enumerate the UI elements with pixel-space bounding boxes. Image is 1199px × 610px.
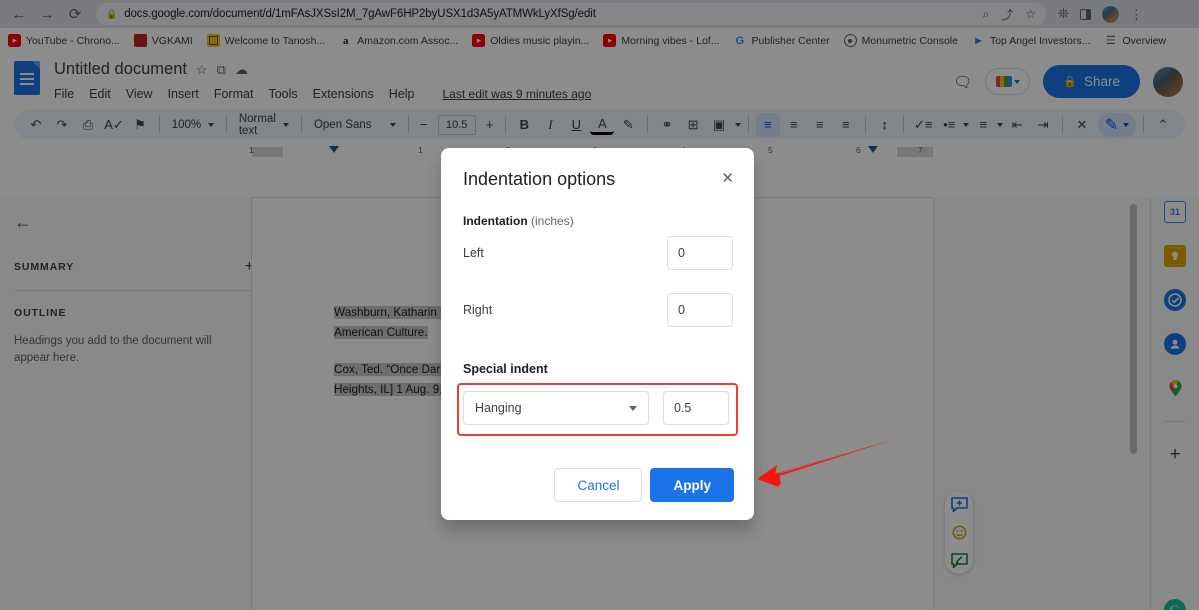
chevron-down-icon [629, 405, 637, 411]
special-indent-select[interactable]: Hanging [463, 391, 649, 425]
left-indent-label: Left [463, 246, 484, 260]
dialog-actions: Cancel Apply [554, 468, 734, 502]
cancel-button[interactable]: Cancel [554, 468, 643, 502]
apply-button[interactable]: Apply [650, 468, 734, 502]
indentation-options-dialog: Indentation options ✕ Indentation (inche… [441, 148, 754, 520]
left-indent-row: Left 0 [463, 236, 733, 270]
indentation-unit-text: (inches) [531, 214, 574, 228]
screen-root: ← → ⟳ 🔒 docs.google.com/document/d/1mFAs… [0, 0, 1199, 610]
special-indent-value: Hanging [475, 401, 522, 415]
right-indent-row: Right 0 [463, 293, 733, 327]
special-indent-label: Special indent [463, 362, 548, 376]
right-indent-label: Right [463, 303, 493, 317]
left-indent-input[interactable]: 0 [667, 236, 733, 270]
dialog-title: Indentation options [463, 169, 616, 189]
right-indent-input[interactable]: 0 [667, 293, 733, 327]
special-indent-amount-input[interactable]: 0.5 [663, 391, 729, 425]
close-icon[interactable]: ✕ [721, 171, 734, 186]
indentation-label-text: Indentation [463, 214, 528, 228]
indentation-section-label: Indentation (inches) [463, 214, 574, 228]
